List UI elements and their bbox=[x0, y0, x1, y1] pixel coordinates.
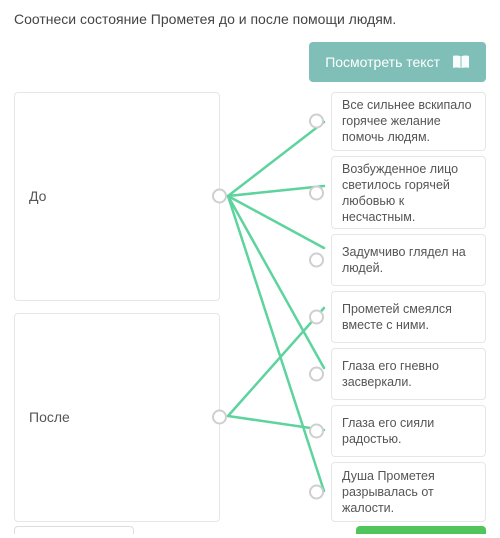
left-column: До После bbox=[14, 92, 220, 522]
right-card-label: Задумчиво глядел на людей. bbox=[342, 244, 475, 276]
view-text-button[interactable]: Посмотреть текст bbox=[309, 42, 486, 82]
connector-node[interactable] bbox=[309, 424, 324, 439]
connector-node[interactable] bbox=[212, 189, 227, 204]
toolbar: Посмотреть текст bbox=[14, 42, 486, 82]
right-card-label: Глаза его гневно засверкали. bbox=[342, 358, 475, 390]
connector-node[interactable] bbox=[309, 310, 324, 325]
right-card-label: Душа Прометея разрывалась от жалости. bbox=[342, 468, 475, 516]
connector-node[interactable] bbox=[309, 484, 324, 499]
connector-node[interactable] bbox=[212, 410, 227, 425]
right-card[interactable]: Задумчиво глядел на людей. bbox=[331, 234, 486, 286]
connector-node[interactable] bbox=[309, 114, 324, 129]
right-card[interactable]: Душа Прометея разрывалась от жалости. bbox=[331, 462, 486, 521]
right-card[interactable]: Все сильнее вскипало горячее желание пом… bbox=[331, 92, 486, 151]
connector-node[interactable] bbox=[309, 367, 324, 382]
secondary-button-partial[interactable] bbox=[14, 526, 134, 534]
connector-node[interactable] bbox=[309, 185, 324, 200]
question-prompt: Соотнеси состояние Прометея до и после п… bbox=[14, 10, 486, 30]
right-column: Все сильнее вскипало горячее желание пом… bbox=[331, 92, 486, 522]
left-card-before[interactable]: До bbox=[14, 92, 220, 301]
right-card-label: Все сильнее вскипало горячее желание пом… bbox=[342, 97, 475, 145]
right-card-label: Возбужденное лицо светилось горячей любо… bbox=[342, 161, 475, 225]
bottom-bar bbox=[14, 526, 486, 534]
view-text-label: Посмотреть текст bbox=[325, 54, 440, 70]
right-card[interactable]: Возбужденное лицо светилось горячей любо… bbox=[331, 156, 486, 230]
left-card-label: После bbox=[29, 409, 70, 425]
right-card-label: Глаза его сияли радостью. bbox=[342, 415, 475, 447]
left-card-label: До bbox=[29, 188, 46, 204]
right-card[interactable]: Глаза его гневно засверкали. bbox=[331, 348, 486, 400]
left-card-after[interactable]: После bbox=[14, 313, 220, 522]
right-card-label: Прометей смеялся вместе с ними. bbox=[342, 301, 475, 333]
book-icon bbox=[452, 54, 470, 70]
submit-button-partial[interactable] bbox=[356, 526, 486, 534]
connector-node[interactable] bbox=[309, 253, 324, 268]
matching-workspace: До После Все сильнее вскипало горячее же… bbox=[14, 92, 486, 522]
right-card[interactable]: Прометей смеялся вместе с ними. bbox=[331, 291, 486, 343]
right-card[interactable]: Глаза его сияли радостью. bbox=[331, 405, 486, 457]
